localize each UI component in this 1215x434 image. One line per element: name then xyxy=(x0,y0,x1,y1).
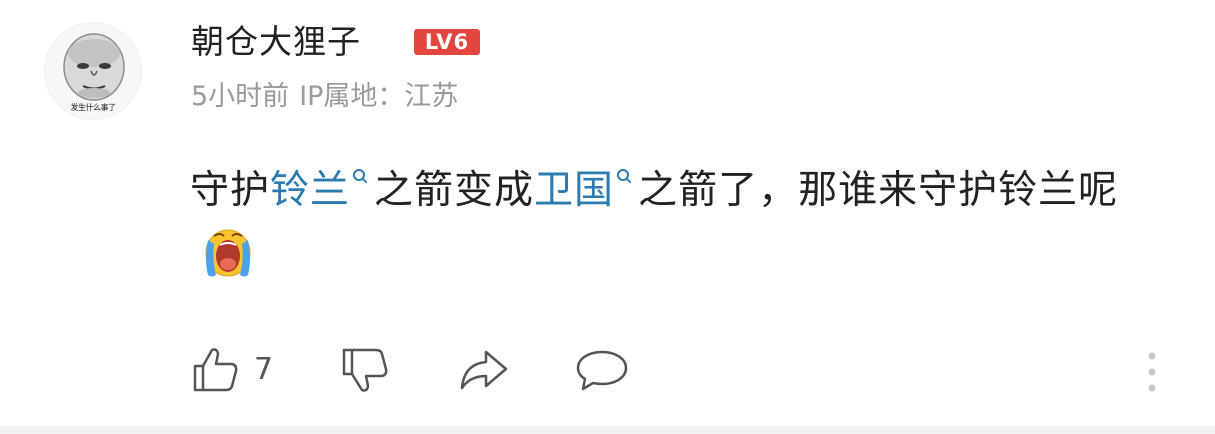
search-icon[interactable] xyxy=(614,164,636,194)
username[interactable]: 朝仓大狸子 xyxy=(191,20,361,64)
comment-bubble-icon xyxy=(576,350,628,391)
dislike-button[interactable] xyxy=(340,338,390,400)
comment-meta: 5小时前 IP属地：江苏 xyxy=(191,79,458,115)
comment-text: 守护铃兰 之箭变成卫国 之箭了，那谁来守护铃兰呢 xyxy=(190,160,1150,286)
keyword-link[interactable]: 卫国 xyxy=(534,168,614,213)
like-button[interactable]: 7 xyxy=(190,338,273,400)
thumbs-down-icon xyxy=(342,348,388,392)
content-text: 之箭了，那谁来守护铃兰呢 xyxy=(638,168,1119,213)
reply-button[interactable] xyxy=(574,338,630,400)
more-vertical-icon xyxy=(1148,352,1156,392)
ip-location: IP属地：江苏 xyxy=(299,81,459,112)
keyword-link[interactable]: 铃兰 xyxy=(270,168,350,213)
action-bar: 7 xyxy=(0,338,1215,400)
avatar[interactable]: 发生什么事了 xyxy=(44,22,142,120)
content-text: 守护 xyxy=(190,168,271,213)
share-icon xyxy=(460,350,508,390)
search-icon[interactable] xyxy=(350,164,372,194)
content-text: 之箭变成 xyxy=(374,168,535,213)
comment-card: 发生什么事了 朝仓大狸子 LV6 5小时前 IP属地：江苏 守护铃兰 之箭变成卫国之… xyxy=(0,0,1215,426)
more-options-button[interactable] xyxy=(1142,338,1162,400)
share-button[interactable] xyxy=(456,338,510,400)
avatar-caption: 发生什么事了 xyxy=(70,103,117,112)
like-count: 7 xyxy=(254,351,274,387)
divider xyxy=(0,426,1215,434)
crying-face-emoji-icon xyxy=(196,220,260,282)
timestamp: 5小时前 xyxy=(191,81,290,112)
thumbs-up-icon xyxy=(193,348,238,392)
level-badge: LV6 xyxy=(414,29,480,55)
